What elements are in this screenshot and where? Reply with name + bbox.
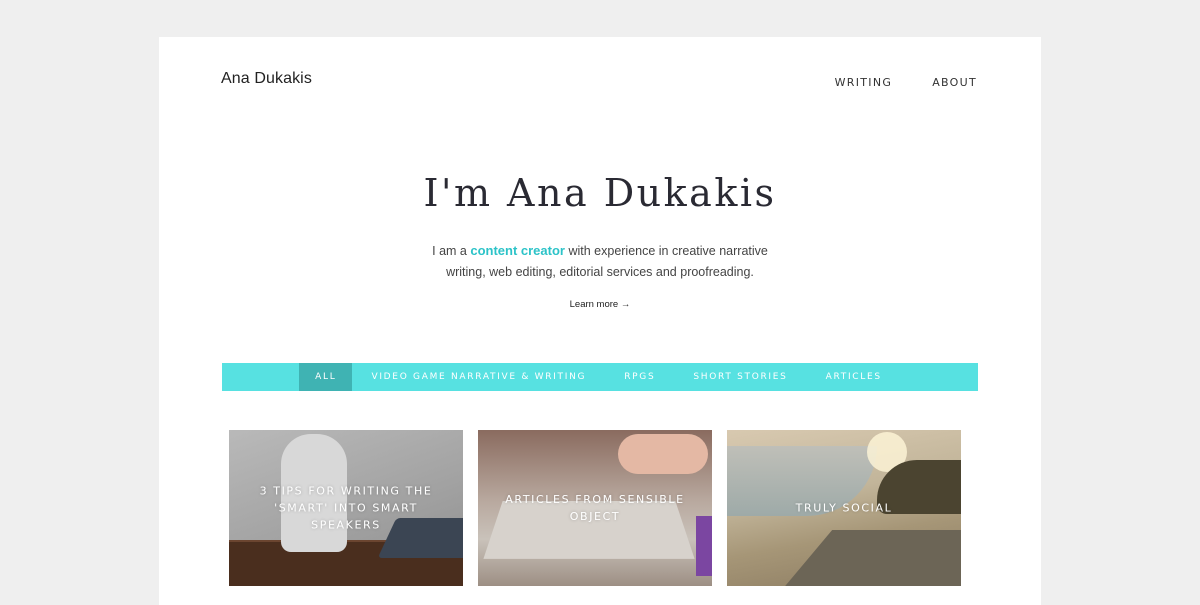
intro-text-rest: with experience in creative narrative — [564, 244, 768, 258]
page-container: Ana Dukakis WRITING ABOUT I'm Ana Dukaki… — [159, 37, 1041, 605]
intro-text-start: I am a — [432, 244, 471, 258]
nav-link-about[interactable]: ABOUT — [932, 76, 977, 89]
filter-tab-all[interactable]: ALL — [299, 363, 353, 391]
learn-more-link[interactable]: Learn more → — [159, 299, 1041, 310]
main-nav: WRITING ABOUT — [835, 76, 977, 89]
filter-tab-rpgs[interactable]: RPGS — [605, 363, 674, 391]
intro-text-line2: writing, web editing, editorial services… — [446, 265, 754, 279]
portfolio-card[interactable]: TRULY SOCIAL — [727, 430, 961, 586]
filter-tab-video-game-narrative[interactable]: VIDEO GAME NARRATIVE & WRITING — [352, 363, 605, 391]
card-caption: 3 TIPS FOR WRITING THE 'SMART' INTO SMAR… — [259, 484, 433, 532]
filter-tab-articles[interactable]: ARTICLES — [807, 363, 901, 391]
portfolio-card[interactable]: ARTICLES FROM SENSIBLE OBJECT — [478, 430, 712, 586]
portfolio-grid: 3 TIPS FOR WRITING THE 'SMART' INTO SMAR… — [229, 430, 961, 586]
card-caption: ARTICLES FROM SENSIBLE OBJECT — [505, 493, 685, 523]
site-title-link[interactable]: Ana Dukakis — [221, 70, 312, 88]
hero-intro: I am a content creator with experience i… — [159, 240, 1041, 283]
category-filter-bar: ALL VIDEO GAME NARRATIVE & WRITING RPGS … — [222, 363, 978, 391]
portfolio-card[interactable]: 3 TIPS FOR WRITING THE 'SMART' INTO SMAR… — [229, 430, 463, 586]
filter-tab-short-stories[interactable]: SHORT STORIES — [674, 363, 806, 391]
hero-title: I'm Ana Dukakis — [423, 171, 777, 215]
nav-link-writing[interactable]: WRITING — [835, 76, 893, 89]
card-caption: TRULY SOCIAL — [795, 501, 893, 515]
content-creator-link[interactable]: content creator — [470, 243, 565, 258]
